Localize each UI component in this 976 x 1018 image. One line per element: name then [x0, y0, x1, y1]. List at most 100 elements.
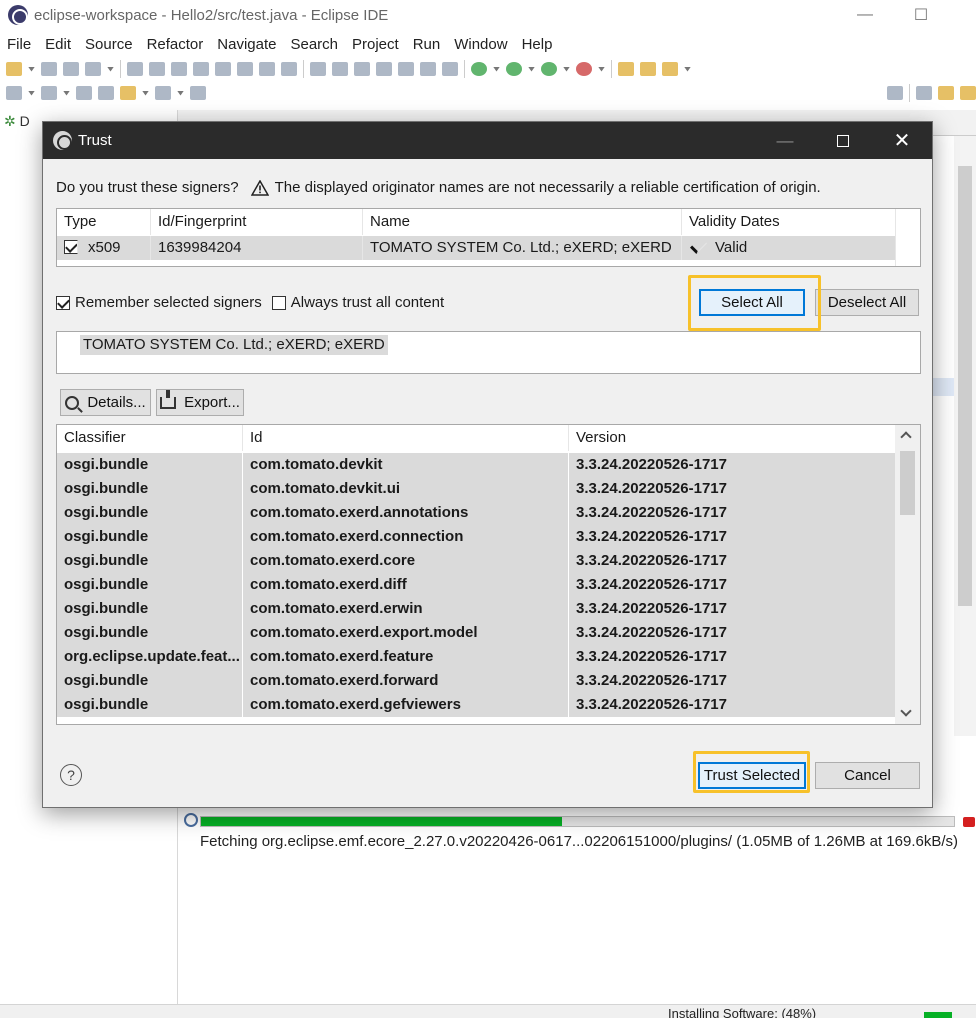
- scroll-down-icon[interactable]: [900, 705, 912, 717]
- menu-run[interactable]: Run: [406, 33, 448, 57]
- menu-source[interactable]: Source: [78, 33, 140, 57]
- signer-row[interactable]: x509 1639984204 TOMATO SYSTEM Co. Ltd.; …: [57, 236, 895, 260]
- dropdown-arrow-icon[interactable]: [63, 90, 70, 96]
- dropdown-arrow-icon[interactable]: [528, 66, 535, 72]
- debug-icon[interactable]: [471, 62, 487, 76]
- next-annotation-icon[interactable]: [6, 86, 22, 100]
- details-button[interactable]: Details...: [60, 389, 151, 416]
- column-header-version[interactable]: Version: [569, 425, 895, 451]
- skip-breakpoints-icon[interactable]: [127, 62, 143, 76]
- menu-edit[interactable]: Edit: [38, 33, 78, 57]
- pin-icon[interactable]: [354, 62, 370, 76]
- new-icon[interactable]: [6, 62, 22, 76]
- debug-perspective-icon[interactable]: [960, 86, 976, 100]
- dropdown-arrow-icon[interactable]: [493, 66, 500, 72]
- select-all-button[interactable]: Select All: [699, 289, 805, 316]
- link-icon[interactable]: [398, 62, 414, 76]
- open-type-icon[interactable]: [618, 62, 634, 76]
- artifact-row[interactable]: osgi.bundle com.tomato.exerd.erwin 3.3.24.…: [57, 597, 895, 621]
- always-trust-label[interactable]: Always trust all content: [291, 294, 444, 311]
- editor-scrollbar[interactable]: [954, 136, 976, 736]
- column-header-classifier[interactable]: Classifier: [57, 425, 243, 451]
- signers-table-scrollbar[interactable]: [895, 209, 920, 266]
- column-header-fingerprint[interactable]: Id/Fingerprint: [151, 209, 363, 235]
- save-icon[interactable]: [41, 62, 57, 76]
- last-edit-icon[interactable]: [76, 86, 92, 100]
- disconnect-icon[interactable]: [215, 62, 231, 76]
- toggle-icon[interactable]: [310, 62, 326, 76]
- menu-refactor[interactable]: Refactor: [140, 33, 211, 57]
- trust-selected-button[interactable]: Trust Selected: [698, 762, 806, 789]
- menu-search[interactable]: Search: [283, 33, 345, 57]
- step-return-icon[interactable]: [281, 62, 297, 76]
- back-icon[interactable]: [120, 86, 136, 100]
- artifact-row[interactable]: osgi.bundle com.tomato.exerd.connection 3.…: [57, 525, 895, 549]
- artifact-row[interactable]: osgi.bundle com.tomato.exerd.gefviewers 3.…: [57, 693, 895, 717]
- dropdown-arrow-icon[interactable]: [177, 90, 184, 96]
- resume-icon[interactable]: [149, 62, 165, 76]
- scroll-thumb[interactable]: [900, 451, 915, 515]
- dialog-close-button[interactable]: ✕: [873, 122, 931, 159]
- artifact-row[interactable]: org.eclipse.update.feat... com.tomato.exe…: [57, 645, 895, 669]
- artifact-row[interactable]: osgi.bundle com.tomato.exerd.diff 3.3.24.2…: [57, 573, 895, 597]
- open-folder-icon[interactable]: [640, 62, 656, 76]
- remember-signers-label[interactable]: Remember selected signers: [75, 294, 262, 311]
- dropdown-arrow-icon[interactable]: [107, 66, 114, 72]
- view-tab[interactable]: ✲ D: [4, 113, 30, 130]
- forward-edit-icon[interactable]: [98, 86, 114, 100]
- remember-signers-checkbox[interactable]: [56, 295, 70, 310]
- terminate-icon[interactable]: [193, 62, 209, 76]
- scroll-up-icon[interactable]: [900, 431, 912, 443]
- pen-icon[interactable]: [662, 62, 678, 76]
- dropdown-arrow-icon[interactable]: [142, 90, 149, 96]
- forward-icon[interactable]: [155, 86, 171, 100]
- artifact-row[interactable]: osgi.bundle com.tomato.devkit.ui 3.3.24.20…: [57, 477, 895, 501]
- block-icon[interactable]: [420, 62, 436, 76]
- dropdown-arrow-icon[interactable]: [28, 90, 35, 96]
- dialog-maximize-button[interactable]: [814, 122, 872, 159]
- artifact-row[interactable]: osgi.bundle com.tomato.devkit 3.3.24.20220…: [57, 453, 895, 477]
- cancel-button[interactable]: Cancel: [815, 762, 920, 789]
- suspend-icon[interactable]: [171, 62, 187, 76]
- maximize-button[interactable]: ☐: [898, 0, 944, 30]
- column-header-validity[interactable]: Validity Dates: [682, 209, 895, 235]
- artifact-row[interactable]: osgi.bundle com.tomato.exerd.forward 3.3.2…: [57, 669, 895, 693]
- scroll-thumb[interactable]: [958, 166, 972, 606]
- help-icon[interactable]: ?: [60, 764, 82, 786]
- export-button[interactable]: Export...: [156, 389, 244, 416]
- dropdown-arrow-icon[interactable]: [563, 66, 570, 72]
- mark-icon[interactable]: [376, 62, 392, 76]
- column-header-name[interactable]: Name: [363, 209, 682, 235]
- java-perspective-icon[interactable]: [938, 86, 954, 100]
- menu-help[interactable]: Help: [515, 33, 560, 57]
- build-icon[interactable]: [332, 62, 348, 76]
- menu-project[interactable]: Project: [345, 33, 406, 57]
- menu-window[interactable]: Window: [447, 33, 514, 57]
- run-icon[interactable]: [506, 62, 522, 76]
- column-header-id[interactable]: Id: [243, 425, 569, 451]
- menu-navigate[interactable]: Navigate: [210, 33, 283, 57]
- step-into-icon[interactable]: [237, 62, 253, 76]
- step-over-icon[interactable]: [259, 62, 275, 76]
- open-perspective-icon[interactable]: [916, 86, 932, 100]
- artifact-row[interactable]: osgi.bundle com.tomato.exerd.core 3.3.24.2…: [57, 549, 895, 573]
- signer-checkbox[interactable]: [64, 240, 78, 254]
- dropdown-arrow-icon[interactable]: [684, 66, 691, 72]
- dropdown-arrow-icon[interactable]: [598, 66, 605, 72]
- artifacts-scrollbar[interactable]: [895, 425, 920, 724]
- deselect-all-button[interactable]: Deselect All: [815, 289, 919, 316]
- dialog-minimize-button[interactable]: —: [756, 122, 814, 159]
- selected-signer-name[interactable]: TOMATO SYSTEM Co. Ltd.; eXERD; eXERD: [80, 335, 388, 355]
- artifact-row[interactable]: osgi.bundle com.tomato.exerd.annotations 3…: [57, 501, 895, 525]
- coverage-icon[interactable]: [541, 62, 557, 76]
- open-console-icon[interactable]: [190, 86, 206, 100]
- dropdown-arrow-icon[interactable]: [28, 66, 35, 72]
- column-header-type[interactable]: Type: [57, 209, 151, 235]
- paragraph-icon[interactable]: [442, 62, 458, 76]
- terminal-icon[interactable]: [85, 62, 101, 76]
- artifact-row[interactable]: osgi.bundle com.tomato.exerd.export.model…: [57, 621, 895, 645]
- menu-file[interactable]: File: [0, 33, 38, 57]
- save-all-icon[interactable]: [63, 62, 79, 76]
- external-tools-icon[interactable]: [576, 62, 592, 76]
- minimize-button[interactable]: —: [842, 0, 888, 30]
